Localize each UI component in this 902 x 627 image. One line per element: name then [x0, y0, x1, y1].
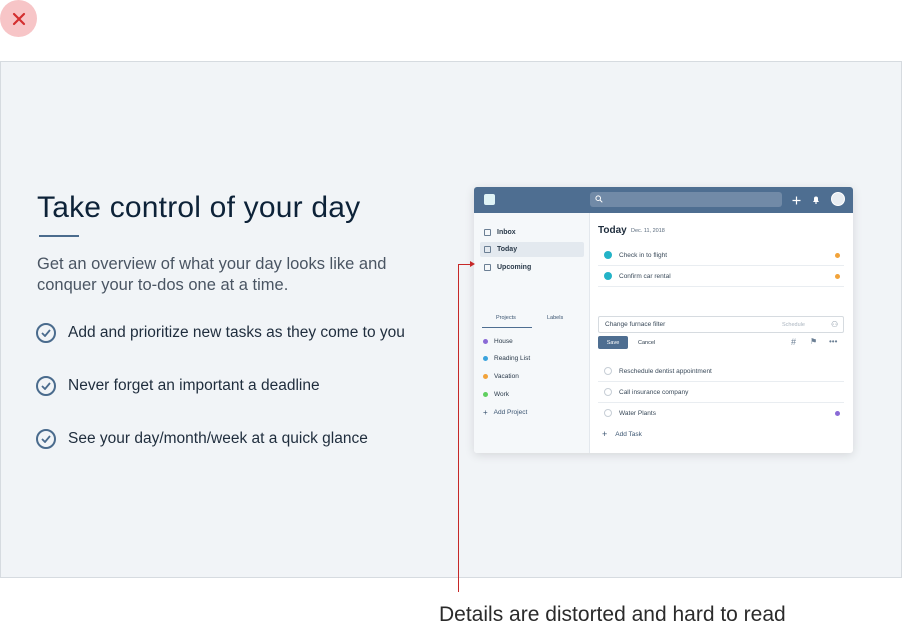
check-circle-icon	[36, 429, 56, 449]
check-circle-icon	[36, 376, 56, 396]
project-label: Reading List	[494, 355, 531, 362]
sidebar-item-upcoming: Upcoming	[480, 260, 584, 275]
feature-label: Add and prioritize new tasks as they com…	[68, 324, 405, 341]
task-label: Reschedule dentist appointment	[619, 367, 712, 375]
feature-label: See your day/month/week at a quick glanc…	[68, 430, 368, 447]
plus-icon: +	[602, 429, 608, 439]
app-logo-icon	[484, 194, 495, 205]
task-row: Call insurance company	[598, 382, 844, 403]
app-sidebar: Inbox Today Upcoming Projects Labels Hou…	[474, 213, 590, 453]
app-main: Today Dec. 11, 2018 Check in to flight C…	[590, 213, 853, 453]
feature-item: Add and prioritize new tasks as they com…	[36, 323, 405, 343]
task-label: Confirm car rental	[619, 272, 671, 280]
sidebar-item-label: Today	[497, 246, 518, 253]
check-icon	[604, 272, 612, 280]
task-row: Reschedule dentist appointment	[598, 361, 844, 382]
app-top-bar	[474, 187, 853, 213]
feature-item: See your day/month/week at a quick glanc…	[36, 429, 368, 449]
checkbox-icon	[604, 388, 612, 396]
project-color-dot	[483, 339, 488, 344]
annotation-text: Details are distorted and hard to read	[439, 603, 786, 626]
app-search-bar	[590, 192, 782, 207]
task-editor-text: Change furnace filter	[605, 321, 666, 328]
task-row: Check in to flight	[598, 245, 844, 266]
tab-labels: Labels	[547, 315, 564, 321]
add-project-label: Add Project	[493, 409, 528, 416]
priority-dot	[835, 273, 840, 279]
sidebar-item-label: Inbox	[497, 229, 516, 236]
project-item: Reading List	[483, 355, 530, 362]
plus-icon	[792, 196, 801, 205]
project-item: Work	[483, 391, 509, 398]
checkbox-icon	[604, 409, 612, 417]
feature-item: Never forget an important a deadline	[36, 376, 320, 396]
main-title: Today	[598, 225, 627, 236]
cancel-button: Cancel	[638, 340, 656, 346]
hero-title: Take control of your day	[37, 191, 361, 224]
hero-subtitle: Get an overview of what your day looks l…	[37, 255, 387, 294]
avatar	[831, 192, 845, 206]
assign-user-icon: ⚇	[831, 320, 839, 329]
sidebar-item-today: Today	[480, 242, 584, 257]
add-task-label: Add Task	[615, 430, 642, 438]
main-date: Dec. 11, 2018	[631, 228, 665, 234]
checkbox-icon	[604, 367, 612, 375]
flag-icon: ⚑	[810, 337, 818, 346]
project-item: Vacation	[483, 373, 519, 380]
task-row: Confirm car rental	[598, 266, 844, 287]
more-icon: •••	[829, 337, 838, 346]
save-button: Save	[598, 336, 628, 349]
sidebar-item-inbox: Inbox	[480, 225, 584, 240]
check-icon	[604, 251, 612, 259]
close-icon	[12, 12, 25, 25]
annotation-line	[458, 264, 473, 592]
tab-indicator	[482, 327, 532, 328]
priority-dot	[835, 410, 840, 416]
task-label: Check in to flight	[619, 251, 668, 259]
flag-icon	[484, 264, 491, 271]
calendar-icon	[484, 246, 491, 253]
tab-projects: Projects	[496, 315, 516, 321]
check-circle-icon	[36, 323, 56, 343]
bell-icon	[813, 196, 819, 204]
project-label: Vacation	[494, 373, 519, 380]
plus-icon: +	[483, 408, 488, 417]
close-button[interactable]	[0, 0, 37, 37]
project-color-dot	[483, 356, 488, 361]
task-label: Call insurance company	[619, 388, 689, 396]
project-color-dot	[483, 374, 488, 379]
project-color-dot	[483, 392, 488, 397]
hashtag-icon: #	[791, 337, 797, 347]
app-preview: Inbox Today Upcoming Projects Labels Hou…	[474, 187, 853, 453]
inbox-icon	[484, 229, 491, 236]
search-icon	[595, 195, 603, 203]
add-project: + Add Project	[483, 408, 527, 417]
project-label: House	[494, 338, 513, 345]
title-underline	[39, 235, 79, 237]
project-label: Work	[494, 391, 510, 398]
project-item: House	[483, 338, 513, 345]
task-label: Water Plants	[619, 409, 656, 417]
feature-label: Never forget an important a deadline	[68, 377, 320, 394]
schedule-label: Schedule	[782, 322, 805, 328]
add-task: + Add Task	[602, 429, 642, 439]
task-editor: Change furnace filter Schedule ⚇	[598, 316, 844, 333]
task-row: Water Plants	[598, 403, 844, 423]
sidebar-tabs: Projects Labels	[482, 313, 582, 327]
annotation-arrow-icon	[470, 261, 475, 267]
sidebar-item-label: Upcoming	[497, 264, 532, 271]
priority-dot	[835, 252, 840, 258]
